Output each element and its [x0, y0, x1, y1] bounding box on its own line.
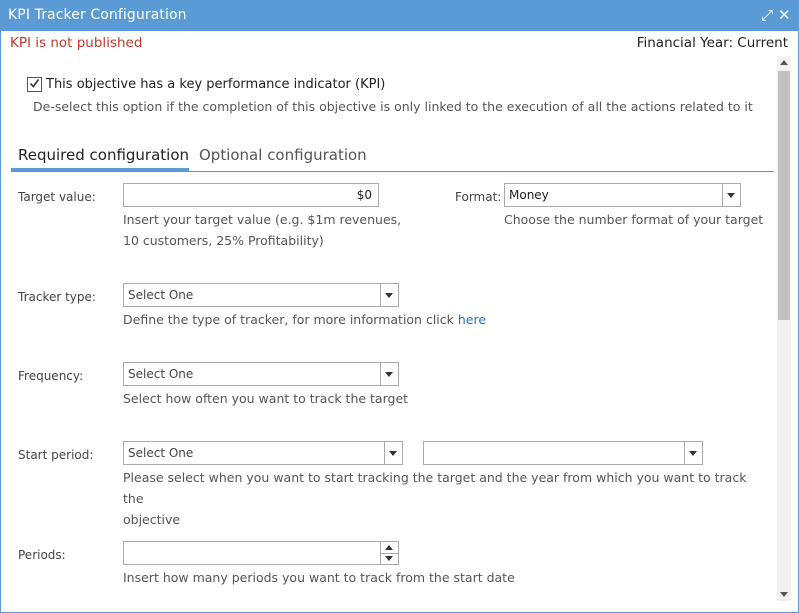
format-help: Choose the number format of your target — [504, 212, 764, 227]
periods-help: Insert how many periods you want to trac… — [123, 570, 515, 585]
frequency-select-value: Select One — [128, 367, 194, 381]
target-value-help-line2: 10 customers, 25% Profitability) — [123, 233, 324, 248]
tab-optional-configuration[interactable]: Optional configuration — [199, 146, 367, 164]
active-tab-indicator — [11, 168, 189, 171]
target-value-input[interactable]: $0 — [123, 183, 379, 207]
target-value-help: Insert your target value (e.g. $1m reven… — [123, 209, 401, 251]
format-select[interactable]: Money — [504, 183, 741, 207]
publish-status: KPI is not published — [10, 35, 143, 51]
start-period-help: Please select when you want to start tra… — [123, 467, 763, 530]
scrollbar-thumb[interactable] — [778, 71, 790, 320]
tracker-type-select-value: Select One — [128, 288, 194, 302]
start-period-select-value: Select One — [128, 446, 194, 460]
start-period-help-line1: Please select when you want to start tra… — [123, 470, 747, 506]
chevron-down-icon — [722, 184, 740, 206]
close-icon[interactable]: ✕ — [778, 5, 791, 25]
tabs-divider — [11, 171, 774, 172]
expand-icon[interactable]: ⤢ — [761, 5, 773, 25]
target-value-help-line1: Insert your target value (e.g. $1m reven… — [123, 212, 402, 227]
tracker-type-select[interactable]: Select One — [123, 283, 399, 307]
kpi-checkbox-label[interactable]: This objective has a key performance ind… — [46, 77, 385, 92]
periods-input[interactable] — [123, 541, 399, 565]
format-label: Format: — [455, 190, 502, 204]
vertical-scrollbar[interactable] — [777, 56, 791, 601]
start-year-select[interactable] — [423, 441, 703, 465]
frequency-select[interactable]: Select One — [123, 362, 399, 386]
financial-year: Financial Year: Current — [636, 35, 788, 51]
target-value-label: Target value: — [18, 190, 96, 204]
kpi-checkbox[interactable] — [27, 77, 42, 92]
frequency-label: Frequency: — [18, 369, 84, 383]
dialog-title: KPI Tracker Configuration — [8, 7, 187, 23]
scroll-up-icon[interactable] — [780, 60, 788, 65]
start-period-select[interactable]: Select One — [123, 441, 403, 465]
start-period-help-line2: objective — [123, 512, 181, 527]
periods-stepper[interactable] — [380, 542, 398, 564]
chevron-down-icon — [384, 442, 402, 464]
chevron-down-icon — [380, 284, 398, 306]
chevron-down-icon — [380, 363, 398, 385]
format-select-value: Money — [509, 188, 549, 202]
start-period-label: Start period: — [18, 448, 94, 462]
scroll-down-icon[interactable] — [780, 592, 788, 597]
kpi-tracker-dialog: KPI Tracker Configuration ⤢ ✕ KPI is not… — [0, 0, 799, 613]
tracker-type-help-link[interactable]: here — [458, 312, 486, 327]
tab-required-configuration[interactable]: Required configuration — [18, 146, 189, 164]
periods-label: Periods: — [18, 548, 66, 562]
frequency-help: Select how often you want to track the t… — [123, 391, 409, 406]
tracker-type-label: Tracker type: — [18, 290, 96, 304]
tracker-type-help: Define the type of tracker, for more inf… — [123, 309, 486, 330]
kpi-help-text: De-select this option if the completion … — [33, 99, 753, 114]
tracker-type-help-text: Define the type of tracker, for more inf… — [123, 312, 458, 327]
checkmark-icon — [29, 79, 40, 88]
title-bar: KPI Tracker Configuration ⤢ ✕ — [1, 1, 798, 31]
stepper-down-icon[interactable] — [381, 553, 398, 564]
chevron-down-icon — [684, 442, 702, 464]
